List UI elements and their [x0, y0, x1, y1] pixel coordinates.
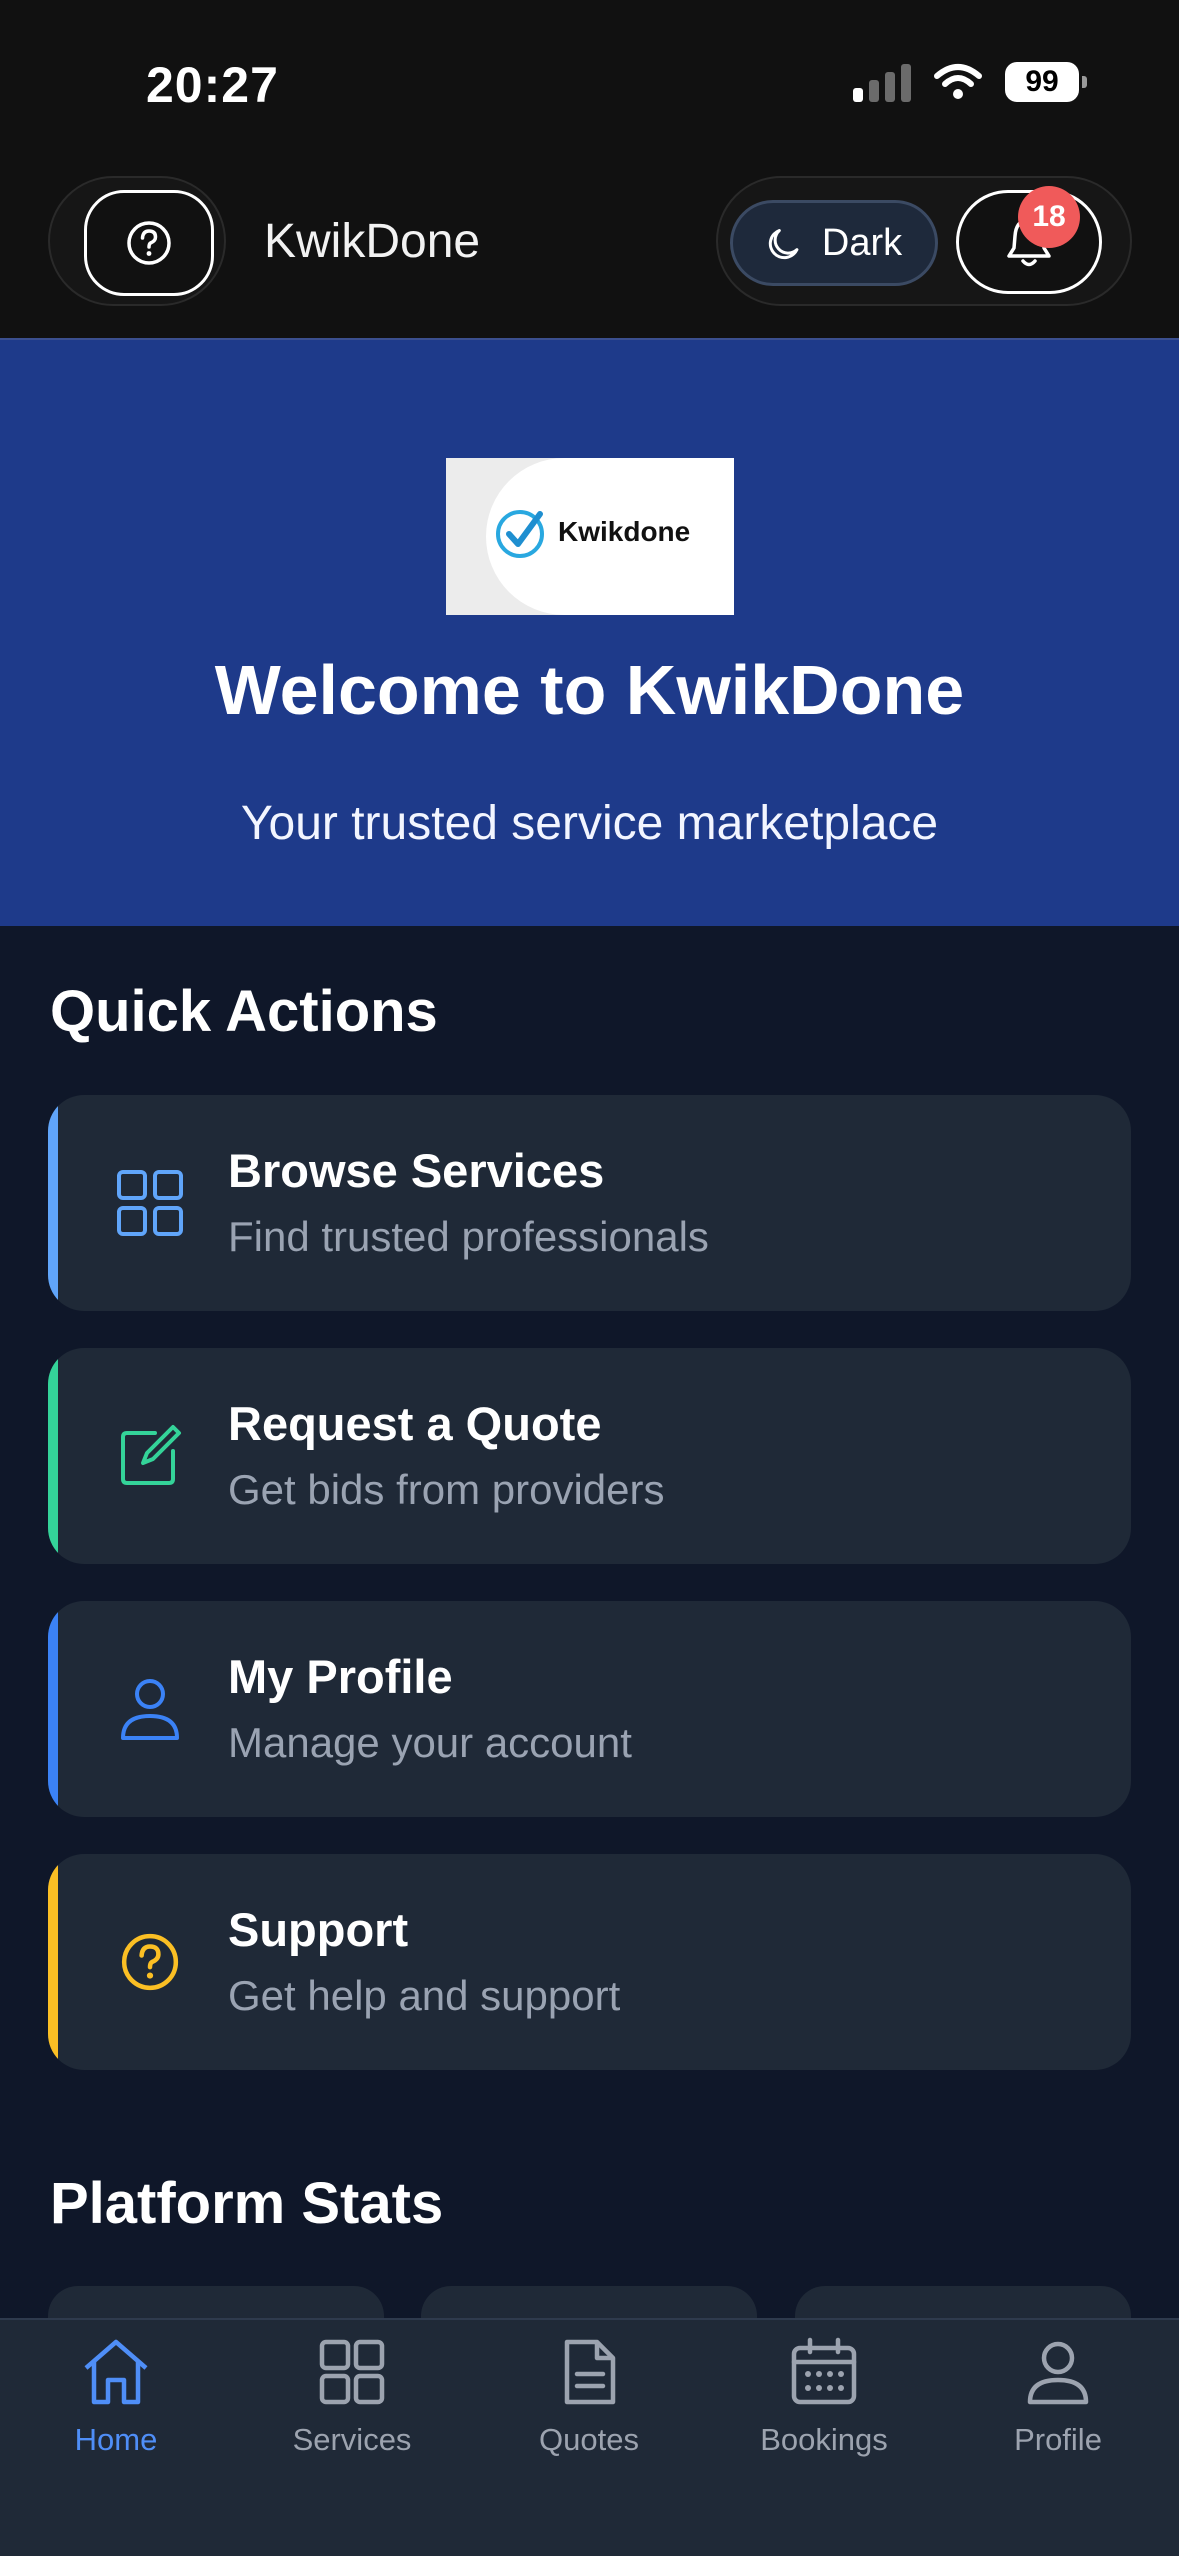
help-button[interactable]: [84, 190, 214, 296]
nav-quotes[interactable]: Quotes: [489, 2336, 689, 2458]
user-icon: [1027, 2341, 1089, 2405]
app-title: KwikDone: [264, 215, 481, 268]
calendar-icon: [791, 2337, 857, 2405]
hero-subtitle: Your trusted service marketplace: [240, 797, 939, 850]
home-icon: [84, 2339, 148, 2405]
document-icon: [564, 2339, 616, 2405]
card-subtitle: Get bids from providers: [228, 1466, 665, 1513]
card-accent: [48, 1348, 58, 1564]
nav-profile[interactable]: Profile: [958, 2336, 1158, 2458]
nav-bookings[interactable]: Bookings: [724, 2336, 924, 2458]
battery-icon: 99: [1005, 62, 1087, 102]
card-title: Support: [228, 1903, 409, 1956]
platform-stats-title: Platform Stats: [50, 2171, 444, 2236]
grid-icon: [108, 1161, 192, 1245]
theme-toggle-label: Dark: [821, 221, 903, 264]
nav-label: Bookings: [760, 2422, 888, 2457]
card-title: My Profile: [228, 1650, 453, 1703]
divider: [0, 338, 1179, 340]
card-accent: [48, 1601, 58, 1817]
help-icon: [108, 1920, 192, 2004]
nav-home[interactable]: Home: [16, 2336, 216, 2458]
card-subtitle: Manage your account: [228, 1719, 632, 1766]
help-icon: [127, 221, 171, 265]
checkmark-logo-icon: [496, 510, 544, 558]
browse-services-card[interactable]: Browse Services Find trusted professiona…: [48, 1095, 1131, 1311]
theme-toggle-button[interactable]: Dark: [730, 200, 938, 286]
brand-logo: Kwikdone: [446, 458, 734, 615]
card-title: Request a Quote: [228, 1397, 602, 1450]
card-title: Browse Services: [228, 1144, 605, 1197]
status-time: 20:27: [146, 57, 279, 113]
card-accent: [48, 1095, 58, 1311]
my-profile-card[interactable]: My Profile Manage your account: [48, 1601, 1131, 1817]
request-quote-card[interactable]: Request a Quote Get bids from providers: [48, 1348, 1131, 1564]
nav-services[interactable]: Services: [252, 2336, 452, 2458]
notification-badge: 18: [1018, 186, 1080, 248]
nav-label: Profile: [1014, 2422, 1102, 2457]
card-subtitle: Find trusted professionals: [228, 1213, 709, 1260]
card-subtitle: Get help and support: [228, 1972, 621, 2019]
wifi-icon: [934, 64, 982, 99]
quick-actions-title: Quick Actions: [50, 979, 438, 1044]
signal-icon: [853, 62, 911, 102]
moon-icon: [768, 229, 799, 260]
card-accent: [48, 1854, 58, 2070]
grid-icon: [319, 2339, 385, 2405]
support-card[interactable]: Support Get help and support: [48, 1854, 1131, 2070]
nav-label: Quotes: [539, 2422, 639, 2457]
status-indicators: 99: [853, 62, 1087, 102]
user-icon: [108, 1667, 192, 1751]
nav-label: Services: [292, 2422, 412, 2457]
nav-label: Home: [74, 2422, 158, 2457]
logo-text: Kwikdone: [558, 516, 691, 547]
edit-icon: [108, 1414, 192, 1498]
hero-title: Welcome to KwikDone: [214, 651, 965, 729]
